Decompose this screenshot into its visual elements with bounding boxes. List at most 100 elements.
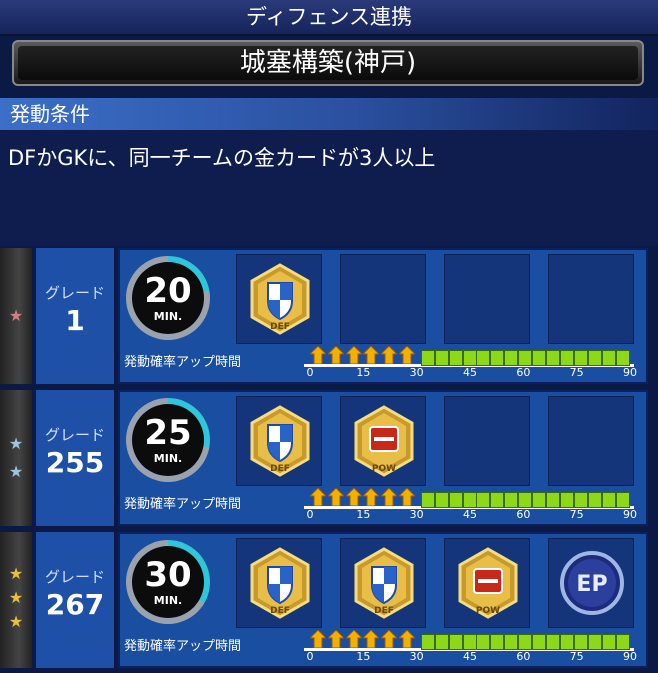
boost-time-bar: 0 15 30 45 60 75 90 [304, 629, 637, 668]
green-segment [490, 492, 505, 508]
star-column: ★ [0, 248, 32, 384]
tick-label: 0 [306, 508, 314, 521]
star-icon: ★ [8, 612, 24, 631]
green-segment [560, 634, 575, 650]
tick-label: 30 [409, 366, 424, 379]
card-slot: EP [548, 538, 634, 628]
green-segment [448, 492, 463, 508]
green-segment [476, 492, 491, 508]
svg-text:POW: POW [372, 464, 396, 474]
green-segment [532, 634, 547, 650]
grade-detail-panel: 25 MIN. DEF POW 発動確率アップ時間 0 15 30 45 60 75 90 [118, 390, 648, 526]
green-segment [504, 492, 519, 508]
tick-label: 30 [409, 508, 424, 521]
green-segment [518, 634, 533, 650]
timer-face: 20 MIN. [132, 262, 204, 334]
green-segment [616, 634, 631, 650]
grade-column: グレード 267 [36, 532, 114, 668]
star-icon: ★ [8, 306, 24, 325]
green-segment [420, 350, 435, 366]
timer-value: 20 [144, 271, 192, 311]
green-segment [532, 350, 547, 366]
condition-header: 発動条件 [0, 98, 658, 130]
def-badge-icon: DEF [248, 547, 312, 619]
grade-value: 267 [45, 588, 105, 621]
green-segment [588, 350, 603, 366]
timer-unit: MIN. [153, 310, 183, 323]
tick-label: 45 [463, 366, 477, 379]
boost-arrow-icon [326, 345, 345, 365]
svg-text:DEF: DEF [270, 606, 290, 616]
star-icon: ★ [8, 588, 24, 607]
card-slot: POW [340, 396, 426, 486]
green-segment [546, 634, 561, 650]
green-segment [518, 350, 533, 366]
svg-text:DEF: DEF [374, 606, 394, 616]
svg-text:EP: EP [576, 572, 607, 597]
green-segment [476, 634, 491, 650]
green-segment [560, 350, 575, 366]
green-segment [504, 350, 519, 366]
tick-label: 75 [569, 508, 584, 521]
boost-time-label: 発動確率アップ時間 [124, 355, 242, 370]
grade-row: ★ グレード 1 20 MIN. DEF 発動確率アップ時間 0 15 30 45 60 75 90 [0, 248, 658, 384]
green-segment [546, 350, 561, 366]
green-segment [616, 350, 631, 366]
timer-ring: 25 MIN. [126, 398, 210, 482]
green-segment [546, 492, 561, 508]
tick-label: 45 [463, 508, 477, 521]
tick-label: 60 [516, 650, 531, 663]
green-segment [420, 634, 435, 650]
grade-label: グレード [44, 426, 105, 444]
grade-column: グレード 1 [36, 248, 114, 384]
timer-ring: 30 MIN. [126, 540, 210, 624]
grade-label: グレード [44, 284, 105, 302]
green-segment [560, 492, 575, 508]
green-segment [448, 634, 463, 650]
star-icon: ★ [8, 462, 24, 481]
tick-label: 15 [356, 366, 371, 379]
green-segment [490, 350, 505, 366]
boost-arrow-icon [308, 487, 328, 507]
green-segment [602, 350, 617, 366]
boost-time-bar: 0 15 30 45 60 75 90 [304, 345, 637, 384]
green-segment [532, 492, 547, 508]
green-segment [434, 492, 449, 508]
boost-arrow-icon [397, 629, 417, 649]
green-segment [420, 492, 435, 508]
timer-ring: 20 MIN. [126, 256, 210, 340]
def-badge-icon: DEF [248, 263, 312, 335]
combo-name: 城塞構築(神戸) [18, 46, 638, 80]
card-slot: DEF [340, 538, 426, 628]
pow-badge-icon: POW [352, 405, 416, 477]
boost-arrow-icon [379, 629, 399, 649]
card-slot [548, 396, 634, 486]
green-segment [434, 634, 449, 650]
pow-badge-icon: POW [456, 547, 520, 619]
green-segment [616, 492, 631, 508]
green-segment [504, 634, 519, 650]
boost-arrow-icon [308, 629, 328, 649]
green-segment [602, 634, 617, 650]
card-slot [444, 254, 530, 344]
boost-arrow-icon [397, 345, 417, 365]
condition-text: DFかGKに、同一チームの金カードが3人以上 [8, 146, 436, 170]
tick-label: 0 [306, 650, 314, 663]
def-badge-icon: DEF [352, 547, 416, 619]
timer-face: 30 MIN. [132, 546, 204, 618]
tick-label: 90 [623, 650, 637, 663]
svg-text:POW: POW [476, 606, 500, 616]
green-segment [434, 350, 449, 366]
def-badge-icon: DEF [248, 405, 312, 477]
star-icon: ★ [8, 564, 24, 583]
tick-label: 75 [569, 650, 584, 663]
boost-time-label: 発動確率アップ時間 [124, 639, 242, 654]
boost-arrow-icon [362, 345, 381, 365]
green-segment [462, 492, 477, 508]
boost-time-label: 発動確率アップ時間 [124, 497, 242, 512]
timer-unit: MIN. [153, 452, 183, 465]
tick-label: 15 [356, 508, 371, 521]
card-slot [444, 396, 530, 486]
grade-value: 1 [65, 304, 85, 337]
boost-arrow-icon [308, 345, 328, 365]
